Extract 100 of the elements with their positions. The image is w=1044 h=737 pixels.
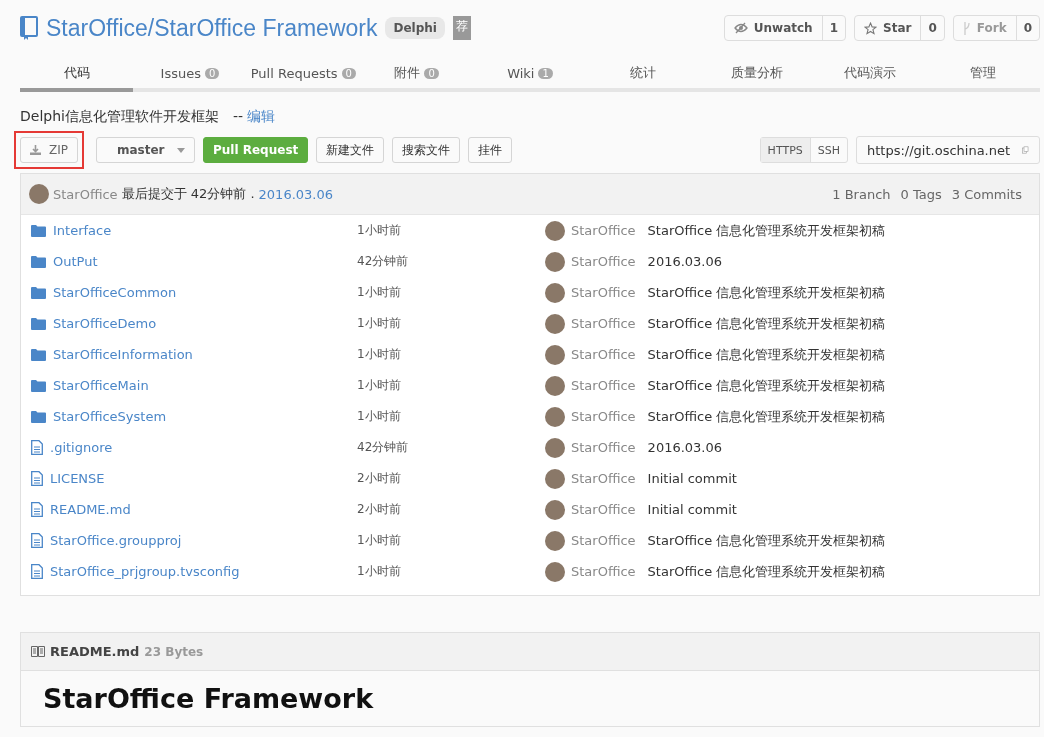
language-tag: Delphi xyxy=(385,17,445,39)
caret-icon xyxy=(177,147,185,153)
commit-count[interactable]: 3 Commits xyxy=(951,186,1022,202)
folder-icon xyxy=(31,286,46,299)
avatar xyxy=(545,437,565,458)
nav-tab[interactable]: 统计 xyxy=(586,56,700,92)
commit-author[interactable]: StarOffice xyxy=(571,409,636,424)
commit-author[interactable]: StarOffice xyxy=(53,186,118,202)
file-name-link[interactable]: StarOfficeDemo xyxy=(53,316,157,331)
download-zip-button[interactable]: ZIP xyxy=(20,137,78,163)
modified-time: 1小时前 xyxy=(357,532,402,549)
avatar xyxy=(545,468,565,489)
nav-tab[interactable]: 质量分析 xyxy=(699,56,814,92)
nav-tab[interactable]: 代码 xyxy=(20,56,134,92)
commit-message[interactable]: StarOffice 信息化管理系统开发框架初稿 xyxy=(647,562,886,581)
commit-author[interactable]: StarOffice xyxy=(571,471,636,486)
toolbar-button[interactable]: 新建文件 xyxy=(316,137,385,163)
commit-message[interactable]: StarOffice 信息化管理系统开发框架初稿 xyxy=(647,407,886,426)
file-name-link[interactable]: StarOffice_prjgroup.tvsconfig xyxy=(50,564,240,579)
nav-tab[interactable]: Wiki 1 xyxy=(473,56,587,92)
commit-date-link[interactable]: 2016.03.06 xyxy=(258,186,333,202)
commit-author[interactable]: StarOffice xyxy=(571,564,636,579)
nav-tab[interactable]: Pull Requests 0 xyxy=(246,56,360,92)
commit-author[interactable]: StarOffice xyxy=(571,378,636,393)
avatar xyxy=(545,220,565,241)
avatar xyxy=(545,251,565,272)
folder-icon xyxy=(31,317,46,330)
commit-message[interactable]: StarOffice 信息化管理系统开发框架初稿 xyxy=(647,221,886,240)
file-name-link[interactable]: StarOffice.groupproj xyxy=(50,533,182,548)
nav-tab[interactable]: 附件 0 xyxy=(360,56,474,92)
commit-message[interactable]: StarOffice 信息化管理系统开发框架初稿 xyxy=(647,531,886,550)
download-icon xyxy=(30,145,41,155)
repo-description: Delphi信息化管理软件开发框架 xyxy=(20,108,219,126)
modified-time: 1小时前 xyxy=(357,222,402,239)
edit-link[interactable]: 编辑 xyxy=(247,108,276,126)
fork-icon xyxy=(962,21,971,35)
repo-book-icon xyxy=(20,16,38,40)
modified-time: 1小时前 xyxy=(357,284,402,301)
toolbar-button[interactable]: 搜索文件 xyxy=(392,137,461,163)
avatar xyxy=(545,499,565,520)
file-icon xyxy=(31,564,43,579)
nav-tab[interactable]: 管理 xyxy=(926,56,1040,92)
branch-count[interactable]: 1 Branch xyxy=(832,186,891,202)
folder-icon xyxy=(31,379,46,392)
toolbar-button[interactable]: 挂件 xyxy=(468,137,513,163)
recommended-badge: 荐 xyxy=(452,16,471,40)
protocol-toggle[interactable]: SSH xyxy=(810,138,847,162)
commit-author[interactable]: StarOffice xyxy=(571,440,636,455)
avatar xyxy=(545,530,565,551)
commit-message[interactable]: StarOffice 信息化管理系统开发框架初稿 xyxy=(647,376,886,395)
file-name-link[interactable]: StarOfficeInformation xyxy=(53,347,193,362)
avatar xyxy=(545,406,565,427)
commit-message[interactable]: StarOffice 信息化管理系统开发框架初稿 xyxy=(647,345,886,364)
nav-tab[interactable]: 代码演示 xyxy=(813,56,927,92)
commit-message[interactable]: StarOffice 信息化管理系统开发框架初稿 xyxy=(647,314,886,333)
file-name-link[interactable]: .gitignore xyxy=(50,440,113,455)
modified-time: 1小时前 xyxy=(357,408,402,425)
avatar xyxy=(545,282,565,303)
tag-count[interactable]: 0 Tags xyxy=(900,186,942,202)
open-book-icon xyxy=(31,646,45,657)
file-name-link[interactable]: StarOfficeMain xyxy=(53,378,149,393)
nav-tab[interactable]: Issues 0 xyxy=(133,56,247,92)
commit-author[interactable]: StarOffice xyxy=(571,223,636,238)
copy-icon[interactable] xyxy=(1022,144,1029,156)
commit-author[interactable]: StarOffice xyxy=(571,316,636,331)
avatar xyxy=(545,313,565,334)
branch-dropdown[interactable]: master xyxy=(96,137,195,163)
eye-icon xyxy=(733,22,748,34)
file-icon xyxy=(31,502,43,517)
file-name-link[interactable]: OutPut xyxy=(53,254,98,269)
commit-author[interactable]: StarOffice xyxy=(571,533,636,548)
commit-author[interactable]: StarOffice xyxy=(571,347,636,362)
file-name-link[interactable]: README.md xyxy=(50,502,131,517)
commit-message[interactable]: Initial commit xyxy=(647,502,737,517)
avatar xyxy=(545,344,565,365)
commit-info: 最后提交于 42分钟前 . xyxy=(121,185,255,203)
file-name-link[interactable]: Interface xyxy=(53,223,112,238)
clone-url-field[interactable]: https://git.oschina.net xyxy=(856,136,1040,164)
file-name-link[interactable]: LICENSE xyxy=(50,471,105,486)
readme-filename: README.md xyxy=(50,644,140,659)
repo-action-button[interactable]: Unwatch 1 xyxy=(723,15,846,41)
protocol-toggle[interactable]: HTTPS xyxy=(760,138,811,162)
commit-message[interactable]: 2016.03.06 xyxy=(647,254,723,269)
commit-author[interactable]: StarOffice xyxy=(571,254,636,269)
commit-message[interactable]: Initial commit xyxy=(647,471,737,486)
folder-icon xyxy=(31,224,46,237)
modified-time: 1小时前 xyxy=(357,346,402,363)
commit-author[interactable]: StarOffice xyxy=(571,285,636,300)
repo-title-link[interactable]: StarOffice/StarOffice Framework xyxy=(46,14,378,42)
pull-request-button[interactable]: Pull Request xyxy=(203,137,309,163)
commit-message[interactable]: 2016.03.06 xyxy=(647,440,723,455)
repo-action-button[interactable]: Star 0 xyxy=(854,15,945,41)
star-icon xyxy=(864,21,877,35)
commit-author[interactable]: StarOffice xyxy=(571,502,636,517)
folder-icon xyxy=(31,255,46,268)
readme-heading: StarOffice Framework xyxy=(43,683,375,714)
file-name-link[interactable]: StarOfficeCommon xyxy=(53,285,177,300)
file-name-link[interactable]: StarOfficeSystem xyxy=(53,409,167,424)
commit-message[interactable]: StarOffice 信息化管理系统开发框架初稿 xyxy=(647,283,886,302)
modified-time: 42分钟前 xyxy=(357,439,410,456)
